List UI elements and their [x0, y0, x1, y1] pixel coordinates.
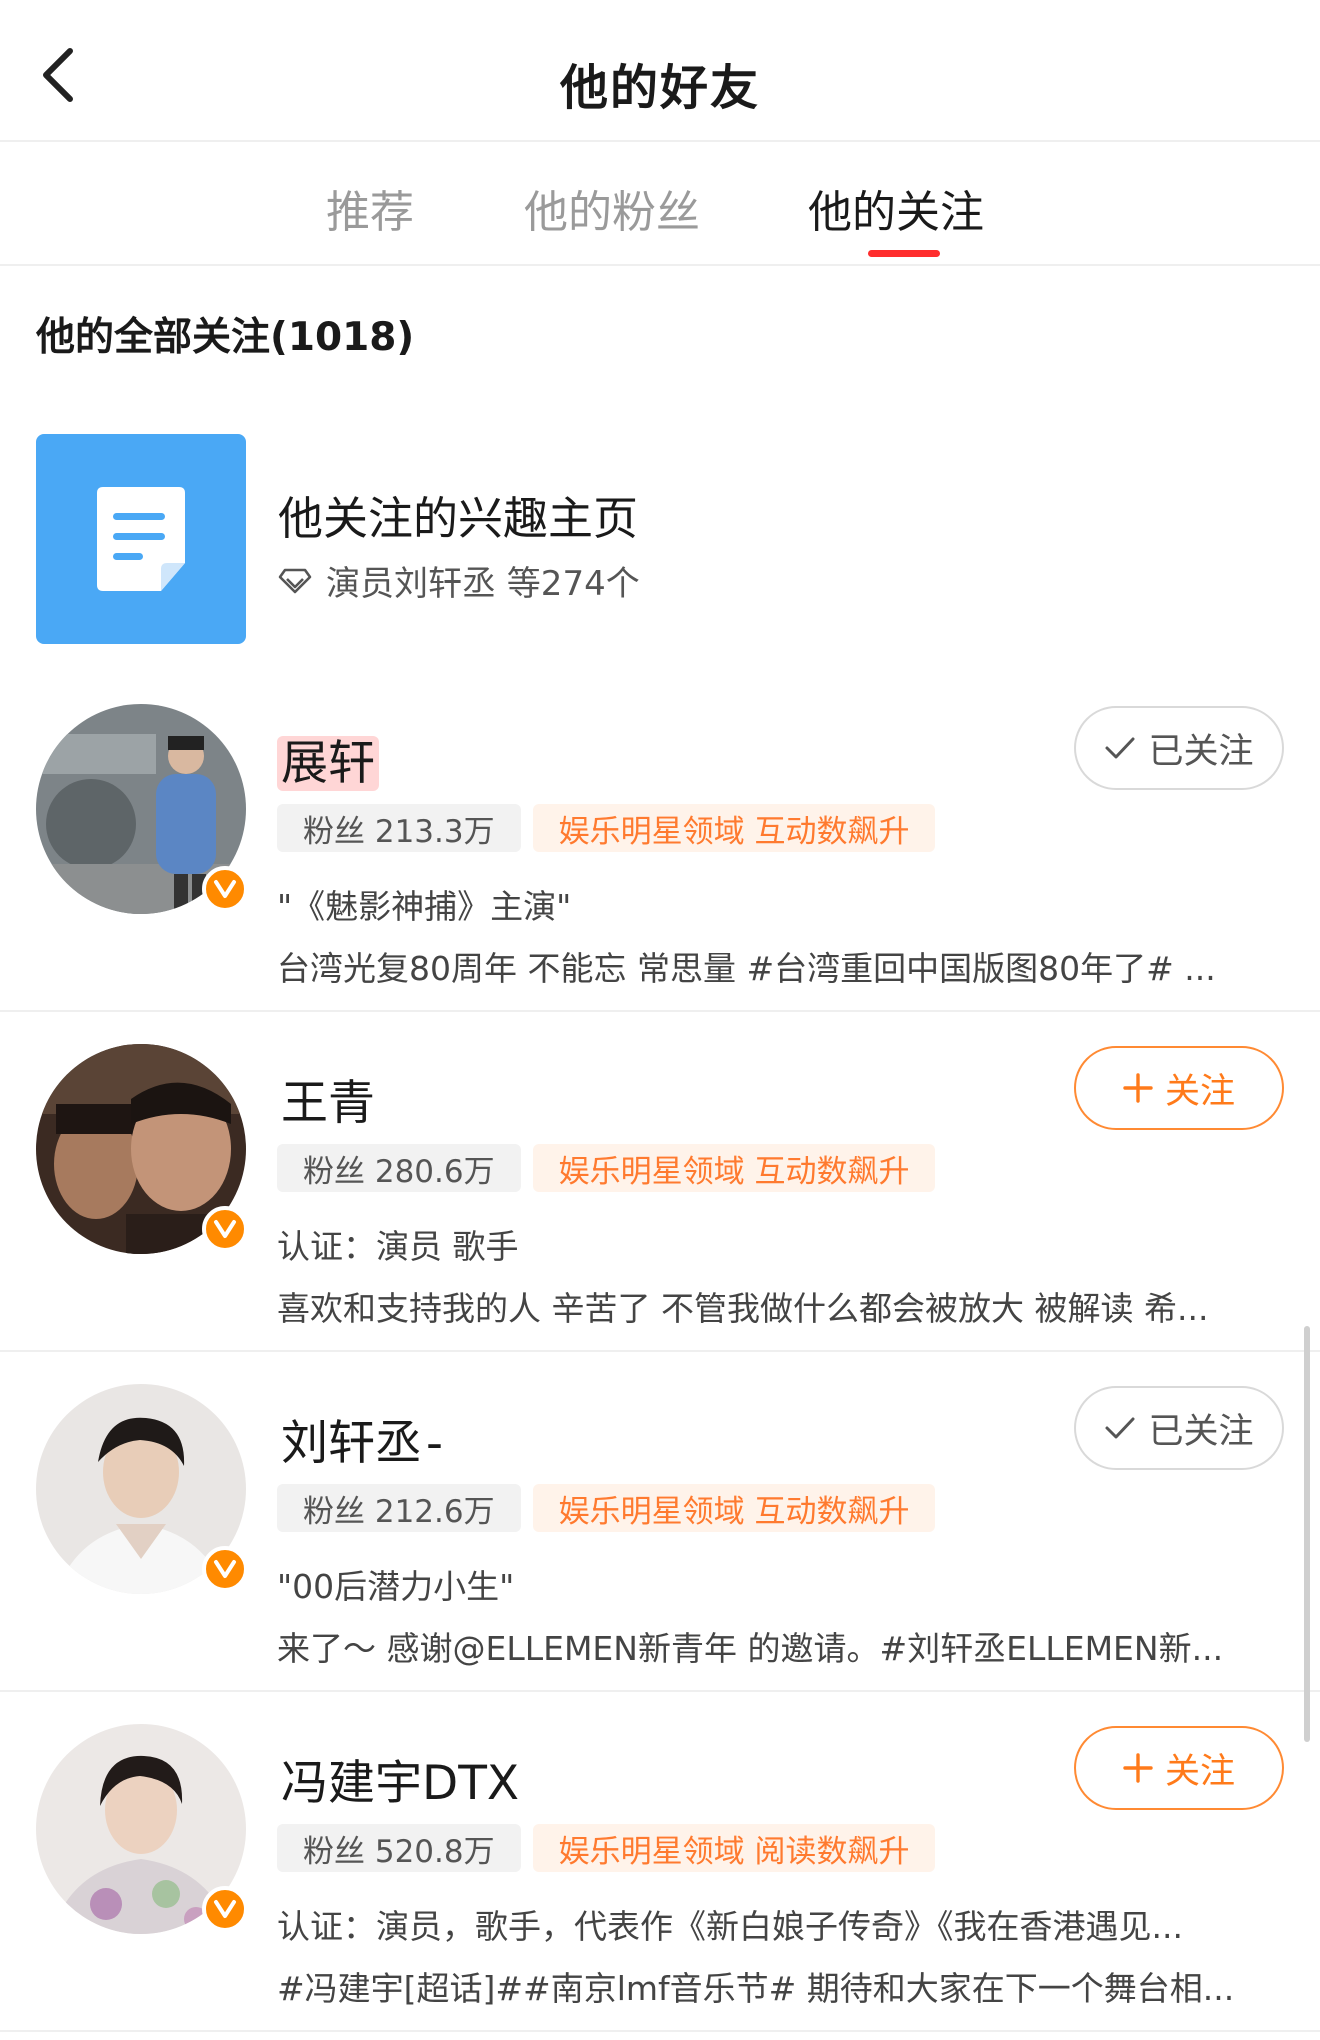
follow-button[interactable]: 关注 — [1074, 1726, 1284, 1810]
user-latest-post: 喜欢和支持我的人 辛苦了 不管我做什么都会被放大 被解读 希... — [277, 1289, 1209, 1328]
user-latest-post: 来了～ 感谢@ELLEMEN新青年 的邀请。#刘轩丞ELLEMEN新... — [277, 1629, 1224, 1668]
field-badge: 娱乐明星领域 互动数飙升 — [532, 1144, 936, 1192]
interest-subtitle-text: 演员刘轩丞 等274个 — [326, 564, 640, 604]
tab-recommend[interactable]: 推荐 — [326, 176, 414, 240]
user-tags: 粉丝 212.6万 娱乐明星领域 互动数飙升 — [277, 1484, 936, 1532]
list-item[interactable]: 展轩 粉丝 213.3万 娱乐明星领域 互动数飙升 "《魅影神捕》主演" 台湾光… — [0, 672, 1320, 1012]
top-bar: 他的好友 — [0, 0, 1320, 142]
following-button-label: 已关注 — [1148, 731, 1254, 772]
page-title: 他的好友 — [559, 60, 760, 116]
list-item[interactable]: 刘轩丞- 粉丝 212.6万 娱乐明星领域 互动数飙升 "00后潜力小生" 来了… — [0, 1352, 1320, 1692]
verified-v-icon — [202, 1546, 248, 1592]
field-badge: 娱乐明星领域 阅读数飙升 — [532, 1824, 936, 1872]
diamond-icon — [278, 568, 312, 594]
user-description: "00后潜力小生" — [277, 1567, 515, 1606]
user-name-suffix: - — [426, 1416, 443, 1471]
following-button[interactable]: 已关注 — [1074, 706, 1284, 790]
user-name[interactable]: 冯建宇DTX — [277, 1744, 523, 1813]
follow-button-label: 关注 — [1164, 1751, 1235, 1792]
fans-count-badge: 粉丝 280.6万 — [277, 1144, 521, 1192]
interest-subtitle: 演员刘轩丞 等274个 — [278, 556, 640, 605]
tab-bar: 推荐 他的粉丝 他的关注 — [0, 142, 1320, 266]
fans-count-badge: 粉丝 520.8万 — [277, 1824, 521, 1872]
section-title: 他的全部关注(1018) — [36, 315, 415, 360]
user-latest-post: #冯建宇[超话]##南京lmf音乐节# 期待和大家在下一个舞台相... — [277, 1969, 1235, 2008]
following-button[interactable]: 已关注 — [1074, 1386, 1284, 1470]
check-icon — [1104, 735, 1136, 761]
fans-count-badge: 粉丝 213.3万 — [277, 804, 521, 852]
user-tags: 粉丝 213.3万 娱乐明星领域 互动数飙升 — [277, 804, 936, 852]
field-badge: 娱乐明星领域 互动数飙升 — [532, 1484, 936, 1532]
verified-v-icon — [202, 1886, 248, 1932]
active-tab-indicator — [868, 250, 940, 257]
follow-button[interactable]: 关注 — [1074, 1046, 1284, 1130]
verified-v-icon — [202, 1206, 248, 1252]
user-name[interactable]: 王青 — [277, 1064, 379, 1133]
plus-icon — [1123, 1753, 1153, 1783]
user-name[interactable]: 刘轩丞- — [277, 1404, 443, 1473]
user-description: "《魅影神捕》主演" — [277, 887, 572, 926]
check-icon — [1104, 1415, 1136, 1441]
user-name-text: 冯建宇DTX — [281, 1756, 520, 1811]
user-name[interactable]: 展轩 — [277, 724, 379, 793]
fans-count-badge: 粉丝 212.6万 — [277, 1484, 521, 1532]
user-name-text: 刘轩丞 — [281, 1416, 422, 1471]
tab-followers[interactable]: 他的粉丝 — [524, 176, 700, 240]
user-tags: 粉丝 520.8万 娱乐明星领域 阅读数飙升 — [277, 1824, 936, 1872]
list-item[interactable]: 王青 粉丝 280.6万 娱乐明星领域 互动数飙升 认证：演员 歌手 喜欢和支持… — [0, 1012, 1320, 1352]
plus-icon — [1123, 1073, 1153, 1103]
user-latest-post: 台湾光复80周年 不能忘 常思量 #台湾重回中国版图80年了# ... — [277, 949, 1216, 988]
scrollbar[interactable] — [1304, 1326, 1310, 1742]
follow-button-label: 关注 — [1164, 1071, 1235, 1112]
user-description: 认证：演员 歌手 — [277, 1227, 519, 1266]
tab-following[interactable]: 他的关注 — [808, 176, 984, 240]
following-button-label: 已关注 — [1148, 1411, 1254, 1452]
interest-title: 他关注的兴趣主页 — [278, 492, 639, 545]
document-icon — [36, 434, 246, 644]
user-tags: 粉丝 280.6万 娱乐明星领域 互动数飙升 — [277, 1144, 936, 1192]
verified-v-icon — [202, 866, 248, 912]
field-badge: 娱乐明星领域 互动数飙升 — [532, 804, 936, 852]
interest-pages-entry[interactable]: 他关注的兴趣主页 演员刘轩丞 等274个 — [36, 434, 1296, 646]
user-description: 认证：演员，歌手，代表作《新白娘子传奇》《我在香港遇见... — [277, 1907, 1183, 1946]
list-item[interactable]: 冯建宇DTX 粉丝 520.8万 娱乐明星领域 阅读数飙升 认证：演员，歌手，代… — [0, 1692, 1320, 2032]
user-name-text: 王青 — [281, 1076, 375, 1131]
user-name-text: 展轩 — [277, 736, 379, 791]
